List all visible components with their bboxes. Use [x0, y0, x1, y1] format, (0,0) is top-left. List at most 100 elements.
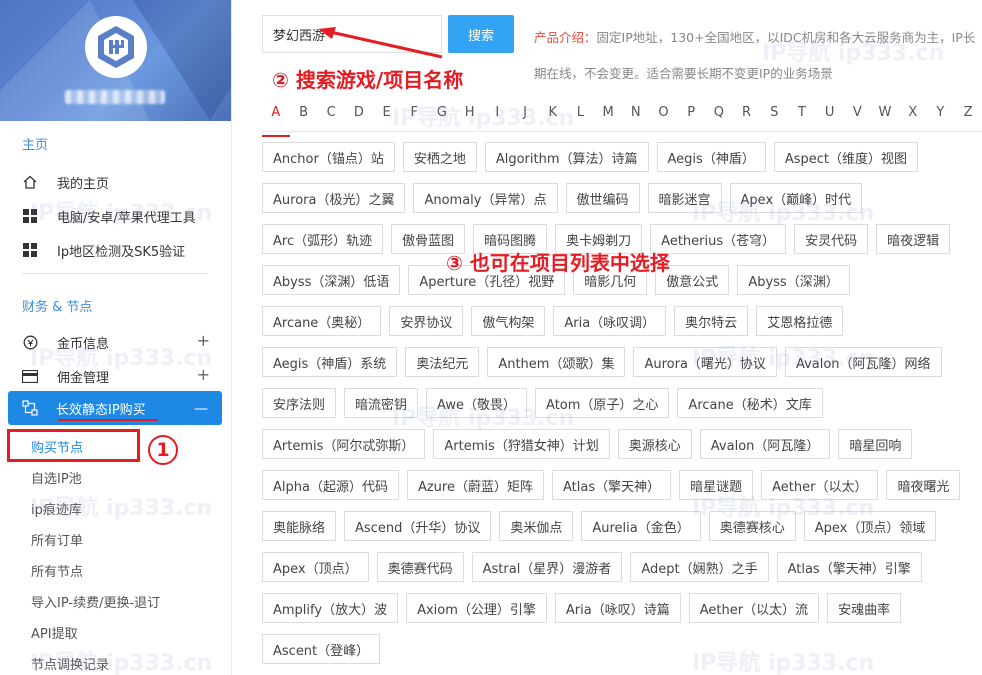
sub-item-ip-pool[interactable]: 自选IP池: [31, 468, 82, 487]
letter-tab[interactable]: S: [760, 100, 788, 131]
project-tag[interactable]: Algorithm（算法）诗篇: [484, 142, 649, 172]
project-tag[interactable]: Alpha（起源）代码: [262, 470, 399, 500]
project-tag[interactable]: Atom（原子）之心: [535, 388, 670, 418]
project-tag[interactable]: Aurora（极光）之翼: [262, 183, 406, 213]
project-tag[interactable]: 安序法则: [262, 388, 337, 418]
project-tag[interactable]: Abyss（深渊）低语: [262, 265, 401, 295]
letter-tab[interactable]: U: [816, 100, 844, 131]
letter-tab[interactable]: X: [899, 100, 927, 131]
project-tag[interactable]: Ascent（登峰）: [262, 634, 381, 664]
project-tag[interactable]: 奥德赛核心: [708, 511, 796, 541]
expand-icon[interactable]: +: [197, 365, 210, 384]
project-tag[interactable]: Anthem（颂歌）集: [487, 347, 626, 377]
letter-tab[interactable]: I: [484, 100, 512, 131]
project-tag[interactable]: Apex（顶点）: [262, 552, 369, 582]
letter-tab[interactable]: V: [843, 100, 871, 131]
project-tag[interactable]: 暗夜曙光: [886, 470, 961, 500]
letter-tab[interactable]: Z: [954, 100, 982, 131]
project-tag[interactable]: 安灵代码: [794, 224, 869, 254]
project-tag[interactable]: 奥法纪元: [405, 347, 480, 377]
sub-item-orders[interactable]: 所有订单: [31, 530, 83, 549]
letter-tab[interactable]: W: [871, 100, 899, 131]
letter-tab[interactable]: N: [622, 100, 650, 131]
project-tag[interactable]: Amplify（放大）波: [262, 593, 399, 623]
project-tag[interactable]: Avalon（阿瓦隆）: [699, 429, 831, 459]
sub-item-node-swap[interactable]: 节点调换记录: [31, 654, 109, 673]
project-tag[interactable]: Avalon（阿瓦隆）网络: [784, 347, 942, 377]
project-tag[interactable]: Atlas（擎天神）: [551, 470, 672, 500]
project-tag[interactable]: Artemis（狩猎女神）计划: [433, 429, 610, 459]
project-tag[interactable]: 奥米伽点: [499, 511, 574, 541]
project-tag[interactable]: 奥源核心: [617, 429, 692, 459]
project-tag[interactable]: Aether（以太）: [761, 470, 879, 500]
project-tag[interactable]: Astral（星界）漫游者: [471, 552, 623, 582]
sidebar-item-commission[interactable]: 佣金管理 +: [22, 363, 222, 389]
project-tag[interactable]: Anomaly（异常）点: [413, 183, 558, 213]
project-tag[interactable]: Azure（蔚蓝）矩阵: [406, 470, 544, 500]
letter-tab[interactable]: B: [290, 100, 318, 131]
project-tag[interactable]: 安栖之地: [402, 142, 477, 172]
letter-tab[interactable]: C: [317, 100, 345, 131]
sub-item-nodes[interactable]: 所有节点: [31, 561, 83, 580]
project-tag[interactable]: Axiom（公理）引擎: [406, 593, 547, 623]
project-tag[interactable]: Aegis（神盾）系统: [262, 347, 398, 377]
project-tag[interactable]: Abyss（深渊）: [737, 265, 850, 295]
project-tag[interactable]: Aspect（维度）视图: [773, 142, 918, 172]
project-tag[interactable]: Adept（娴熟）之手: [630, 552, 769, 582]
project-tag[interactable]: Awe（敬畏）: [426, 388, 528, 418]
sidebar-item-coins[interactable]: 金币信息 +: [22, 329, 222, 355]
letter-tab[interactable]: H: [456, 100, 484, 131]
letter-tab[interactable]: E: [373, 100, 401, 131]
letter-tab[interactable]: Y: [927, 100, 955, 131]
expand-icon[interactable]: +: [197, 331, 210, 350]
project-tag[interactable]: 安魂曲率: [827, 593, 902, 623]
letter-tab[interactable]: O: [650, 100, 678, 131]
project-tag[interactable]: Atlas（擎天神）引擎: [776, 552, 922, 582]
project-tag[interactable]: Aurora（曙光）协议: [633, 347, 777, 377]
sidebar-item-home[interactable]: 我的主页: [22, 169, 222, 195]
project-tag[interactable]: Aurelia（金色）: [581, 511, 701, 541]
project-tag[interactable]: Aether（以太）流: [688, 593, 820, 623]
letter-tab[interactable]: P: [677, 100, 705, 131]
project-tag[interactable]: Aetherius（苍穹）: [650, 224, 787, 254]
collapse-icon[interactable]: —: [194, 401, 208, 417]
letter-tab[interactable]: K: [539, 100, 567, 131]
letter-tab[interactable]: L: [567, 100, 595, 131]
project-tag[interactable]: 奥尔特云: [674, 306, 749, 336]
project-tag[interactable]: 傲世编码: [565, 183, 640, 213]
letter-tab[interactable]: M: [594, 100, 622, 131]
project-tag[interactable]: Arcane（奥秘）: [262, 306, 382, 336]
project-tag[interactable]: Apex（巅峰）时代: [729, 183, 863, 213]
project-tag[interactable]: 奥能脉络: [262, 511, 337, 541]
letter-tab[interactable]: J: [511, 100, 539, 131]
sidebar-item-ip-check[interactable]: Ip地区检测及SK5验证: [22, 237, 222, 263]
project-tag[interactable]: Arcane（秘术）文库: [677, 388, 823, 418]
project-tag[interactable]: 暗夜逻辑: [876, 224, 951, 254]
project-tag[interactable]: Aria（咏叹）诗篇: [554, 593, 681, 623]
sidebar-item-proxy-tools[interactable]: 电脑/安卓/苹果代理工具: [22, 203, 222, 229]
project-tag[interactable]: Artemis（阿尔忒弥斯）: [262, 429, 426, 459]
letter-tab[interactable]: T: [788, 100, 816, 131]
sub-item-import-ip[interactable]: 导入IP-续费/更换-退订: [31, 592, 160, 611]
project-tag[interactable]: 奥德赛代码: [376, 552, 464, 582]
project-tag[interactable]: Aria（咏叹调）: [553, 306, 667, 336]
project-tag[interactable]: 暗星回响: [838, 429, 913, 459]
project-tag[interactable]: Ascend（升华）协议: [344, 511, 492, 541]
sub-item-api[interactable]: API提取: [31, 623, 78, 642]
project-tag[interactable]: 艾恩格拉德: [756, 306, 844, 336]
project-tag[interactable]: Arc（弧形）轨迹: [262, 224, 384, 254]
project-tag[interactable]: Apex（顶点）领域: [803, 511, 937, 541]
sub-item-ip-trace[interactable]: ip痕迹库: [31, 499, 82, 518]
letter-tab[interactable]: A: [262, 100, 290, 137]
sidebar-item-static-ip[interactable]: 长效静态IP购买 —: [8, 391, 222, 425]
letter-tab[interactable]: D: [345, 100, 373, 131]
letter-tab[interactable]: G: [428, 100, 456, 131]
project-tag[interactable]: 傲气构架: [471, 306, 546, 336]
project-tag[interactable]: 安界协议: [389, 306, 464, 336]
search-button[interactable]: 搜索: [448, 15, 514, 53]
letter-tab[interactable]: F: [400, 100, 428, 131]
project-tag[interactable]: 暗影迷宫: [647, 183, 722, 213]
letter-tab[interactable]: R: [733, 100, 761, 131]
letter-tab[interactable]: Q: [705, 100, 733, 131]
project-tag[interactable]: Anchor（锚点）站: [262, 142, 395, 172]
